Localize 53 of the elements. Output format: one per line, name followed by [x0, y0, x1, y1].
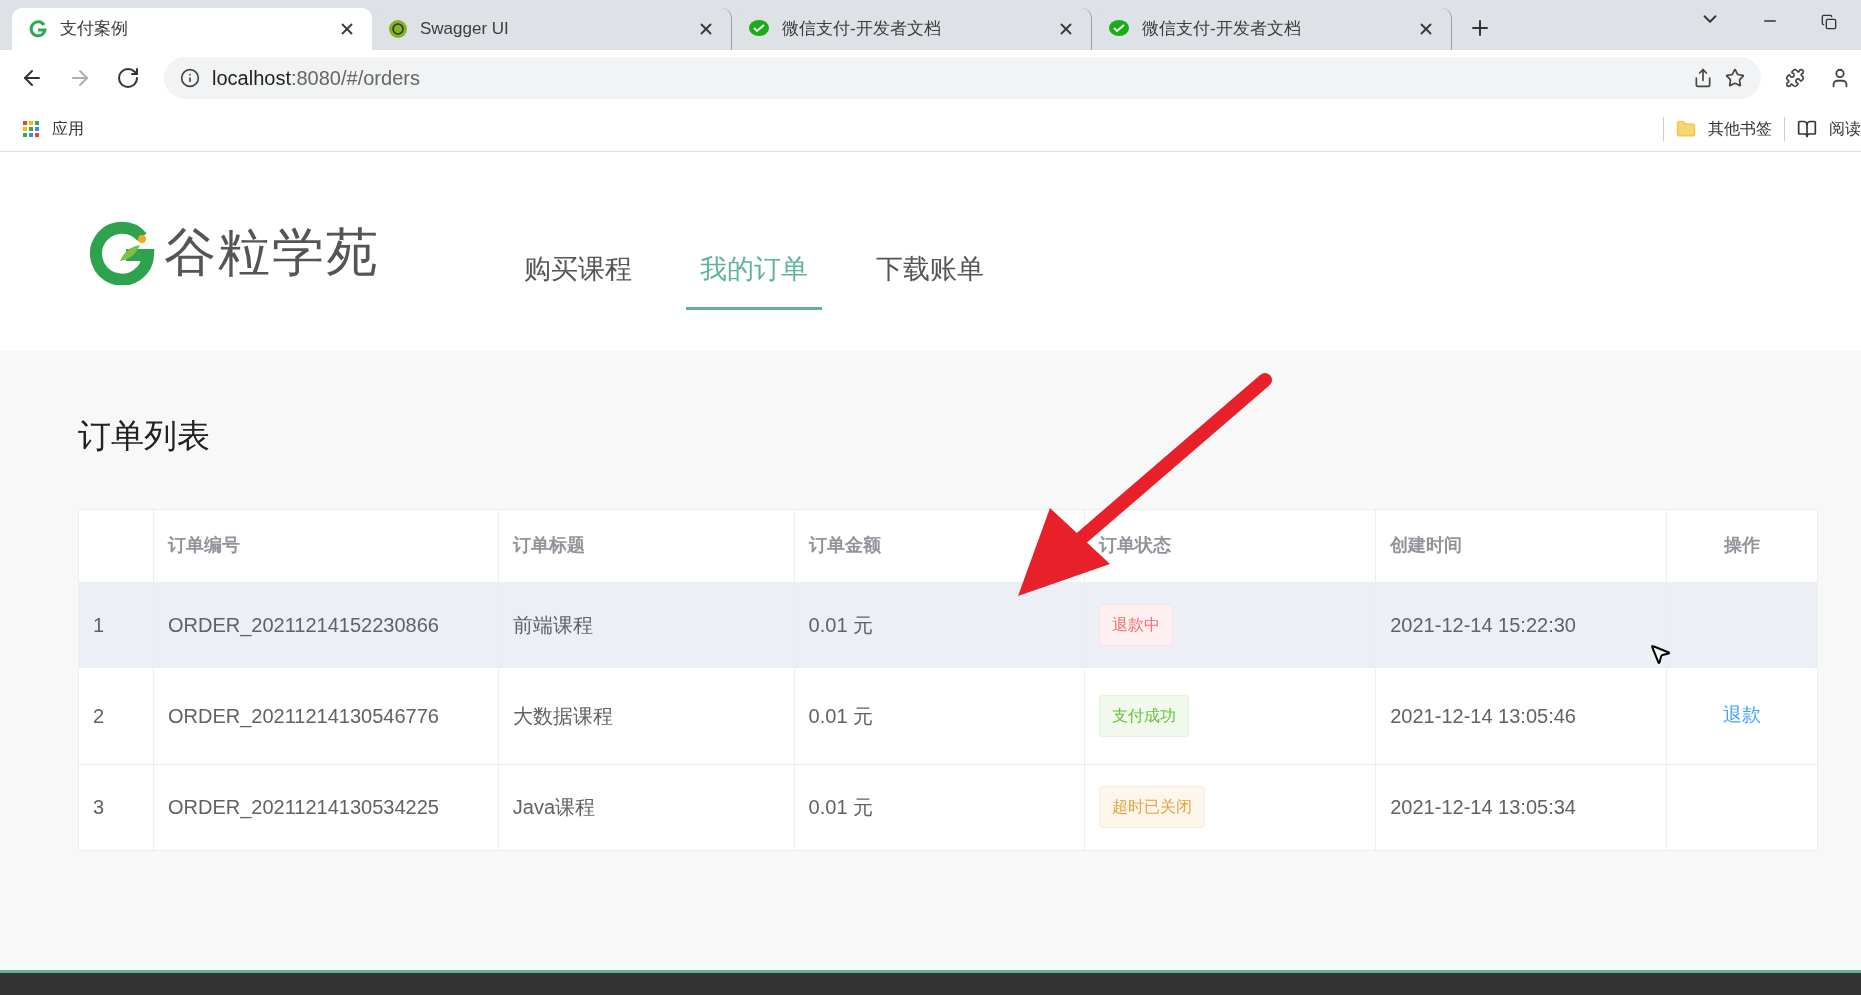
share-icon[interactable]: [1693, 68, 1713, 88]
nav-tab[interactable]: 下载账单: [862, 222, 998, 311]
status-tag: 支付成功: [1099, 694, 1190, 737]
section-title: 订单列表: [78, 416, 211, 456]
table-cell-text: ORDER_20211214152230866: [167, 612, 439, 639]
table-cell-text: 0.01 元: [808, 612, 874, 638]
table-cell-text: 2021-12-14 13:05:46: [1390, 703, 1576, 729]
table-cell-text: Java课程: [512, 795, 595, 820]
column-header: 操作: [1724, 534, 1760, 557]
bookmark-label[interactable]: 应用: [52, 116, 84, 141]
status-tag: 退款中: [1099, 603, 1174, 646]
column-header: 创建时间: [1390, 534, 1463, 557]
table-cell-text: 2021-12-14 13:05:34: [1390, 795, 1576, 820]
address-field[interactable]: localhost:8080/#/orders: [164, 57, 1761, 99]
table-cell-text: 2: [93, 703, 105, 729]
table-cell-text: 前端课程: [512, 612, 593, 638]
table-cell-text: 0.01 元: [808, 795, 874, 820]
info-icon: [180, 68, 200, 88]
table-cell-text: 大数据课程: [512, 703, 613, 729]
table-cell-text: 3: [93, 795, 105, 820]
swagger-icon: [388, 19, 408, 39]
table-cell-text: 2021-12-14 15:22:30: [1390, 612, 1576, 638]
table-cell-text: ORDER_20211214130546776: [167, 703, 439, 730]
bookmark-star-icon[interactable]: [1725, 68, 1745, 88]
nav-tab[interactable]: 购买课程: [510, 222, 646, 311]
apps-grid-icon[interactable]: [22, 119, 40, 138]
bookmark-label[interactable]: 其他书签: [1708, 116, 1772, 141]
status-tag: 超时已关闭: [1099, 786, 1206, 828]
tab-title: Swagger UI: [420, 18, 510, 41]
tab-title: 微信支付-开发者文档: [782, 18, 942, 41]
bookmark-label[interactable]: 阅读: [1829, 116, 1861, 141]
logo-icon: [28, 19, 48, 39]
column-header: 订单状态: [1099, 534, 1172, 557]
logo-text: 谷粒学苑: [164, 221, 380, 283]
chat-bubble-icon: [1108, 19, 1130, 39]
column-header: 订单标题: [512, 534, 585, 557]
mouse-pointer-icon: [1648, 642, 1672, 666]
table-row[interactable]: 1 ORDER_20211214152230866 前端课程 0.01 元 退款中 2021-12-14 15:22:30: [79, 582, 1817, 668]
browser-tab[interactable]: 支付案例: [12, 8, 372, 50]
table-cell-text: ORDER_20211214130534225: [167, 795, 439, 821]
url-text: localhost:8080/#/orders: [212, 66, 420, 91]
table-cell-text: 1: [93, 612, 105, 638]
column-header: 订单金额: [808, 534, 881, 557]
table-row[interactable]: 2 ORDER_20211214130546776 大数据课程 0.01 元 支付成功 2021-12-14 13:05:46 退款: [79, 667, 1817, 765]
chat-bubble-icon: [748, 19, 770, 39]
extensions-icon[interactable]: [1785, 68, 1805, 88]
table-cell-text: 0.01 元: [808, 703, 874, 729]
tab-title: 支付案例: [60, 18, 129, 41]
reload-button[interactable]: [116, 66, 140, 90]
restore-icon[interactable]: [1821, 14, 1837, 30]
tab-title: 微信支付-开发者文档: [1142, 18, 1302, 41]
reading-list-icon[interactable]: [1797, 118, 1817, 139]
column-header: 订单编号: [167, 534, 240, 557]
